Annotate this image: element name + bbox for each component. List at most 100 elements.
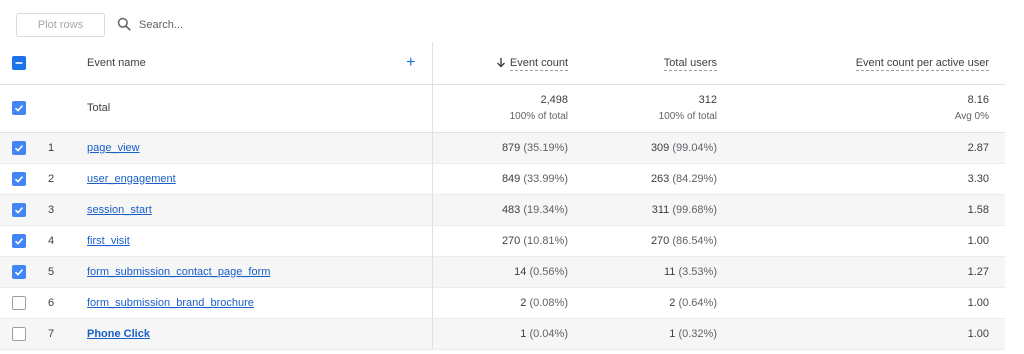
total-users-sub: 100% of total [658,111,717,122]
event-count-percent: (0.08%) [529,296,568,309]
plot-rows-button[interactable]: Plot rows [16,13,105,37]
event-count-header[interactable]: Event count [432,42,584,85]
per-user-value: 1.00 [733,287,1005,319]
table-row: 6 form_submission_brand_brochure 2 (0.08%)… [0,287,1005,319]
row-index: 4 [36,225,72,257]
event-count-value: 849 [501,172,521,185]
per-user-value: 1.27 [733,256,1005,288]
total-users-cell: 312 100% of total [584,84,733,133]
event-name-link[interactable]: page_view [87,142,140,154]
row-checkbox-cell [0,194,36,226]
total-users-percent: (0.64%) [678,296,717,309]
per-user-value: 1.00 [733,318,1005,350]
event-count-cell: 14 (0.56%) [432,256,584,288]
total-users-value: 1 [669,327,676,340]
total-users-value: 263 [650,172,670,185]
row-index: 1 [36,132,72,164]
table-row: 4 first_visit 270 (10.81%) 270 (86.54%) 1.00 [0,225,1005,257]
event-name-link[interactable]: form_submission_contact_page_form [87,266,270,278]
event-count-percent: (33.99%) [523,172,568,185]
event-name-link[interactable]: Phone Click [87,328,150,340]
total-users-cell: 309 (99.04%) [584,132,733,164]
row-checkbox-cell [0,318,36,350]
checkmark-icon [14,175,24,183]
total-users-cell: 2 (0.64%) [584,287,733,319]
total-users-cell: 11 (3.53%) [584,256,733,288]
checkmark-icon [14,144,24,152]
event-name-cell: form_submission_contact_page_form [72,256,433,288]
event-count-value: 2 [520,296,527,309]
total-label: Total [72,84,433,133]
total-users-percent: (3.53%) [678,265,717,278]
search-box[interactable] [117,13,317,37]
event-count-cell: 879 (35.19%) [432,132,584,164]
total-checkbox-cell [0,84,36,133]
total-users-percent: (99.68%) [672,203,717,216]
event-name-cell: Phone Click [72,318,433,350]
row-checkbox[interactable] [12,295,26,310]
event-count-per-active-user-header[interactable]: Event count per active user [733,42,1005,85]
total-checkbox[interactable] [12,101,26,115]
event-name-header: Event name [87,56,146,69]
event-count-per-active-user-header-label: Event count per active user [855,56,989,71]
total-event-count: 2,498 [540,94,568,106]
total-row: Total 2,498 100% of total 312 100% of to… [0,84,1005,133]
total-users-percent: (84.29%) [672,172,717,185]
checkmark-icon [14,268,24,276]
checkmark-icon [14,237,24,245]
row-checkbox[interactable] [12,171,26,186]
plus-icon[interactable]: + [406,54,415,71]
total-users-header[interactable]: Total users [584,42,733,85]
row-checkbox[interactable] [12,264,26,279]
total-users-cell: 311 (99.68%) [584,194,733,226]
total-event-count-sub: 100% of total [509,111,568,122]
event-count-percent: (35.19%) [523,141,568,154]
row-index: 6 [36,287,72,319]
total-users-cell: 270 (86.54%) [584,225,733,257]
row-checkbox[interactable] [12,202,26,217]
total-users-value: 311 [651,203,670,216]
event-count-cell: 483 (19.34%) [432,194,584,226]
total-per-user-sub: Avg 0% [954,111,989,122]
event-name-cell: form_submission_brand_brochure [72,287,433,319]
checkmark-icon [14,105,24,112]
event-count-percent: (0.56%) [529,265,568,278]
event-name-link[interactable]: form_submission_brand_brochure [87,297,254,309]
search-input[interactable] [137,18,317,32]
total-per-user-value: 8.16 [967,94,989,106]
per-user-value: 1.00 [733,225,1005,257]
event-count-percent: (19.34%) [523,203,568,216]
event-count-value: 879 [501,141,521,154]
table-row: 5 form_submission_contact_page_form 14 (0.… [0,256,1005,288]
event-count-cell: 270 (10.81%) [432,225,584,257]
event-name-link[interactable]: user_engagement [87,173,176,185]
row-checkbox-cell [0,163,36,195]
row-index: 3 [36,194,72,226]
event-name-link[interactable]: first_visit [87,235,130,247]
table-header-row: Event name + Event count Total users Eve… [0,42,1005,85]
row-index: 5 [36,256,72,288]
total-users-cell: 263 (84.29%) [584,163,733,195]
event-name-cell: session_start [72,194,433,226]
event-name-header-cell: Event name + [72,42,433,85]
row-index: 2 [36,163,72,195]
event-count-cell: 1 (0.04%) [432,318,584,350]
event-count-value: 483 [501,203,521,216]
row-checkbox-cell [0,287,36,319]
event-name-cell: first_visit [72,225,433,257]
event-count-value: 1 [520,327,527,340]
row-checkbox[interactable] [12,233,26,248]
row-checkbox[interactable] [12,326,26,341]
event-name-link[interactable]: session_start [87,204,152,216]
total-users-value: 11 [663,265,676,278]
per-user-value: 1.58 [733,194,1005,226]
total-event-count-cell: 2,498 100% of total [432,84,584,133]
event-count-header-label: Event count [509,56,568,71]
table-row: 2 user_engagement 849 (33.99%) 263 (84.29%)… [0,163,1005,195]
event-name-cell: page_view [72,132,433,164]
row-index: 7 [36,318,72,350]
row-checkbox-cell [0,225,36,257]
row-checkbox[interactable] [12,140,26,155]
select-all-checkbox[interactable] [12,55,26,70]
checkmark-icon [14,206,24,214]
